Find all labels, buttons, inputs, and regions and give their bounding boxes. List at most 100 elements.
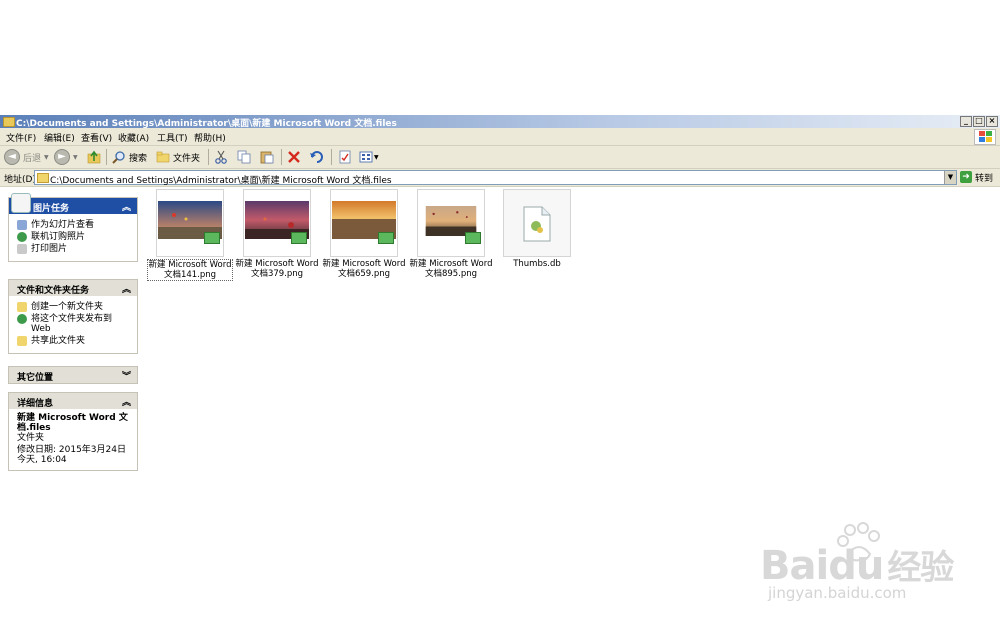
undo-button[interactable] <box>309 149 323 165</box>
picture-tasks-header[interactable]: 图片任务 ︽ <box>9 193 137 214</box>
watermark-brand: Baidu <box>760 543 884 589</box>
file-name: 新建 Microsoft Word 文档895.png <box>409 259 493 279</box>
folders-button[interactable]: 文件夹 <box>156 149 200 165</box>
address-label: 地址(D) <box>4 175 36 185</box>
go-arrow-icon: ➜ <box>960 171 972 183</box>
file-thumbnail <box>330 189 398 257</box>
file-item[interactable]: 新建 Microsoft Word 文档895.png <box>408 189 494 279</box>
forward-arrow-icon: ► <box>54 149 70 165</box>
move-to-button[interactable] <box>214 149 228 165</box>
baidu-watermark: Baidu 经验 jingyan.baidu.com <box>760 520 970 610</box>
details-modified: 修改日期: 2015年3月24日 今天, 16:04 <box>17 445 126 465</box>
properties-icon <box>339 150 351 164</box>
printer-icon <box>17 244 27 254</box>
file-thumbnail <box>503 189 571 257</box>
back-label: 后退 <box>23 153 42 164</box>
other-places-header[interactable]: 其它位置 ︾ <box>9 367 137 383</box>
image-badge-icon <box>378 232 394 244</box>
task-share-folder[interactable]: 共享此文件夹 <box>17 336 129 346</box>
back-dropdown-icon: ▼ <box>44 153 49 161</box>
task-print[interactable]: 打印图片 <box>17 244 129 254</box>
title-bar[interactable]: C:\Documents and Settings\Administrator\… <box>0 115 1000 129</box>
details-panel: 详细信息 ︽ 新建 Microsoft Word 文档.files 文件夹 修改… <box>8 392 138 471</box>
menu-file[interactable]: 文件(F) <box>6 131 36 144</box>
delete-x-icon <box>288 151 300 163</box>
file-tasks-panel: 文件和文件夹任务 ︽ 创建一个新文件夹 将这个文件夹发布到 Web 共享此文件夹 <box>8 279 138 354</box>
picture-tasks-panel: 图片任务 ︽ 作为幻灯片查看 联机订购照片 打印图片 <box>8 193 138 262</box>
picture-tasks-icon <box>11 193 31 213</box>
search-label: 搜索 <box>129 153 148 164</box>
menu-view[interactable]: 查看(V) <box>81 131 112 144</box>
cut-icon <box>215 150 227 164</box>
views-icon <box>359 151 373 163</box>
menu-help[interactable]: 帮助(H) <box>194 131 226 144</box>
forward-button[interactable]: ► ▼ <box>54 149 78 165</box>
file-name: 新建 Microsoft Word 文档659.png <box>322 259 406 279</box>
file-name: 新建 Microsoft Word 文档379.png <box>235 259 319 279</box>
file-name: Thumbs.db <box>513 259 561 269</box>
address-dropdown-button[interactable]: ▼ <box>944 171 956 184</box>
go-button[interactable]: ➜ 转到 <box>960 170 993 184</box>
slideshow-icon <box>17 220 27 230</box>
task-slideshow[interactable]: 作为幻灯片查看 <box>17 220 129 230</box>
copy-icon <box>237 150 251 164</box>
address-bar: 地址(D) C:\Documents and Settings\Administ… <box>0 169 1000 187</box>
task-publish-web[interactable]: 将这个文件夹发布到 Web <box>17 314 129 334</box>
file-item[interactable]: 新建 Microsoft Word 文档141.png <box>147 189 233 281</box>
file-tasks-header[interactable]: 文件和文件夹任务 ︽ <box>9 280 137 296</box>
up-folder-button[interactable] <box>87 149 101 165</box>
file-item[interactable]: 新建 Microsoft Word 文档379.png <box>234 189 320 279</box>
picture-tasks-title: 图片任务 <box>33 204 70 214</box>
watermark-cn: 经验 <box>887 548 954 588</box>
task-new-folder[interactable]: 创建一个新文件夹 <box>17 302 129 312</box>
share-folder-icon <box>17 336 27 346</box>
menu-edit[interactable]: 编辑(E) <box>44 131 75 144</box>
paste-icon <box>260 151 274 164</box>
details-header[interactable]: 详细信息 ︽ <box>9 393 137 409</box>
collapse-chevron-icon[interactable]: ︽ <box>122 282 131 295</box>
db-file-icon <box>523 206 551 242</box>
details-name: 新建 Microsoft Word 文档.files <box>17 413 128 433</box>
paste-button[interactable] <box>260 149 274 165</box>
file-item[interactable]: 新建 Microsoft Word 文档659.png <box>321 189 407 279</box>
task-order-prints[interactable]: 联机订购照片 <box>17 232 129 242</box>
menu-favorites[interactable]: 收藏(A) <box>118 131 149 144</box>
file-thumbnail <box>417 189 485 257</box>
file-name: 新建 Microsoft Word 文档141.png <box>147 259 233 281</box>
back-button[interactable]: ◄ 后退 ▼ <box>4 149 49 165</box>
toolbar: ◄ 后退 ▼ ► ▼ 搜索 文件夹 ▼ <box>0 146 1000 169</box>
image-badge-icon <box>465 232 481 244</box>
properties-button[interactable] <box>338 149 352 165</box>
other-places-panel: 其它位置 ︾ <box>8 366 138 384</box>
window-controls: _ □ × <box>959 116 998 127</box>
search-icon <box>112 151 125 164</box>
address-input[interactable]: C:\Documents and Settings\Administrator\… <box>34 170 957 186</box>
undo-icon <box>310 151 323 163</box>
views-button[interactable]: ▼ <box>359 149 379 165</box>
minimize-button[interactable]: _ <box>960 116 972 127</box>
watermark-url: jingyan.baidu.com <box>768 584 907 602</box>
windows-logo-icon <box>974 129 996 145</box>
image-badge-icon <box>291 232 307 244</box>
collapse-chevron-icon[interactable]: ︽ <box>122 395 131 408</box>
copy-to-button[interactable] <box>237 149 251 165</box>
folder-icon <box>37 173 49 183</box>
collapse-chevron-icon[interactable]: ︽ <box>122 200 131 213</box>
new-folder-icon <box>17 302 27 312</box>
folder-icon <box>3 117 15 127</box>
menu-bar: 文件(F) 编辑(E) 查看(V) 收藏(A) 工具(T) 帮助(H) <box>0 128 1000 146</box>
file-item[interactable]: Thumbs.db <box>494 189 580 269</box>
delete-button[interactable] <box>287 149 301 165</box>
details-type: 文件夹 <box>17 433 45 443</box>
restore-button[interactable]: □ <box>973 116 985 127</box>
expand-chevron-icon[interactable]: ︾ <box>122 369 131 382</box>
globe-icon <box>17 314 27 324</box>
folders-icon <box>156 151 170 163</box>
close-button[interactable]: × <box>986 116 998 127</box>
file-thumbnail <box>243 189 311 257</box>
search-button[interactable]: 搜索 <box>112 149 147 165</box>
menu-tools[interactable]: 工具(T) <box>157 131 188 144</box>
file-thumbnail <box>156 189 224 257</box>
back-arrow-icon: ◄ <box>4 149 20 165</box>
up-folder-icon <box>87 150 101 164</box>
